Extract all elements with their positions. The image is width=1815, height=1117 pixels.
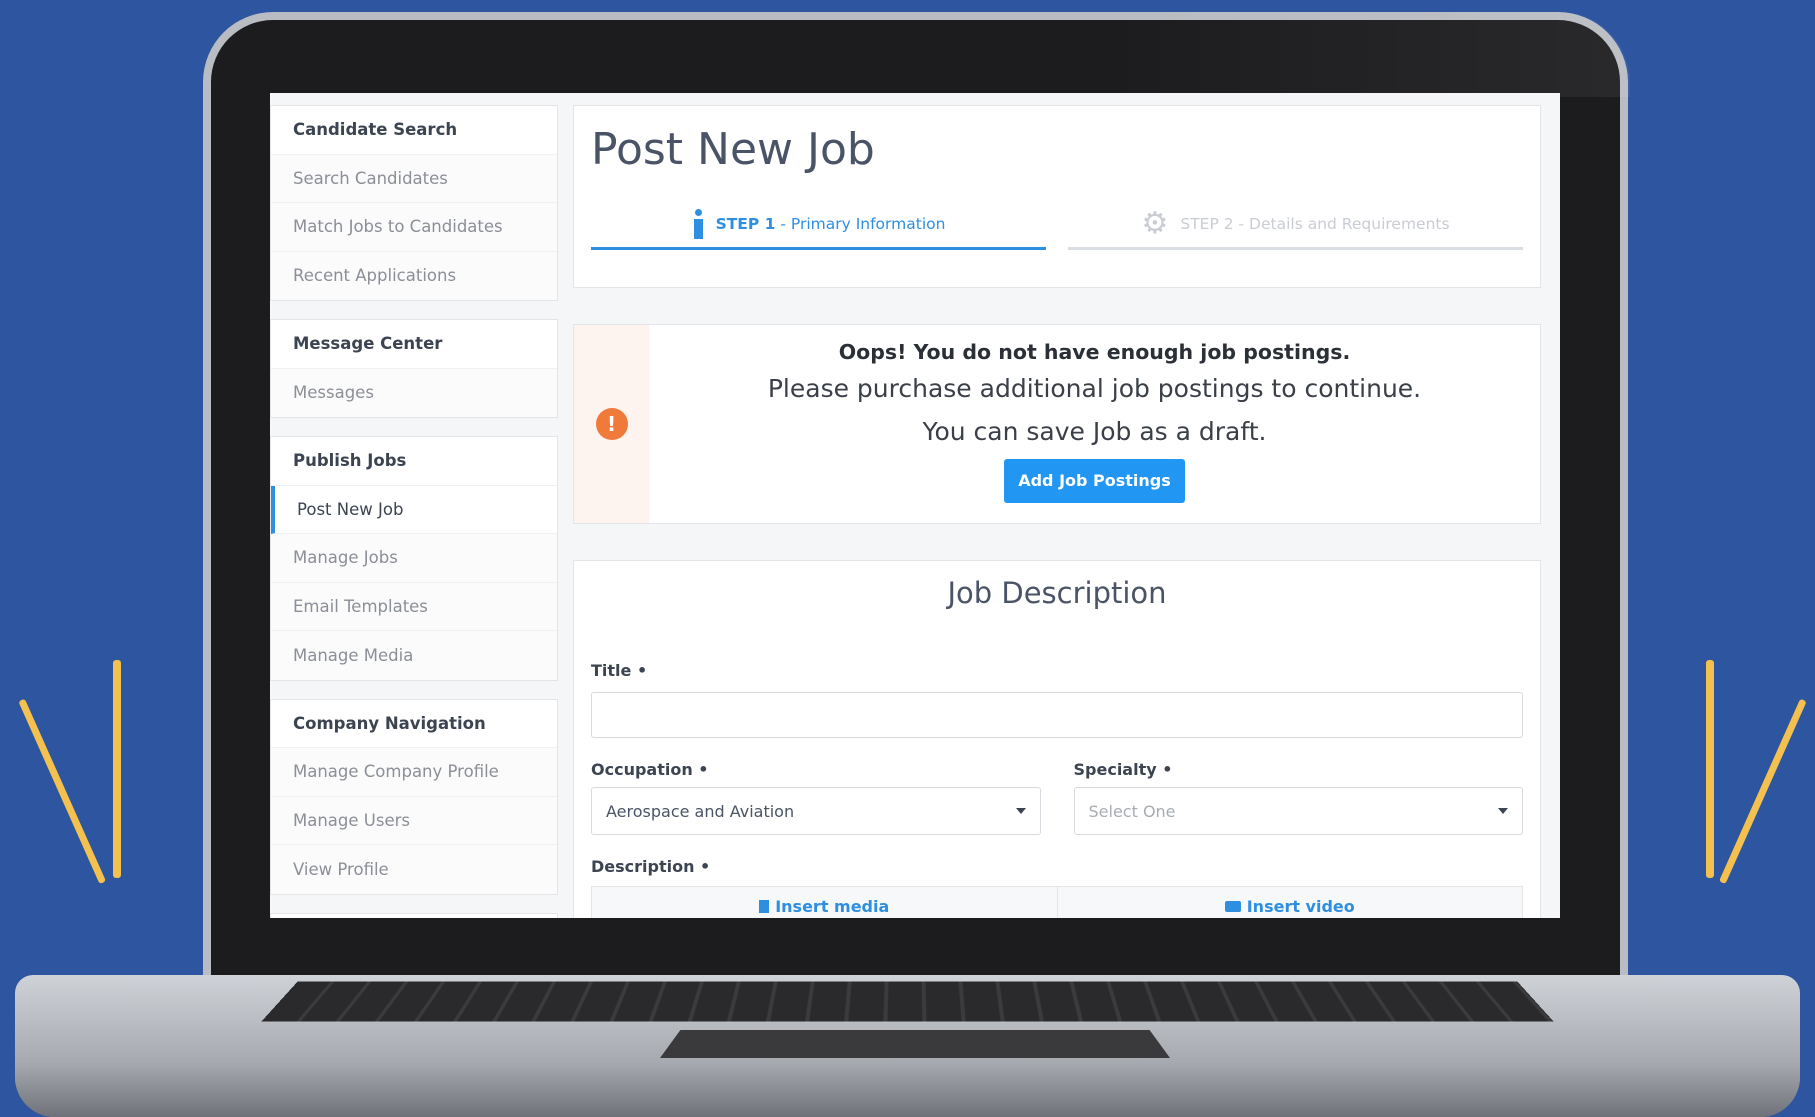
gear-icon: ⚙ <box>1141 209 1168 239</box>
page-title: Post New Job <box>591 122 1523 178</box>
decorative-ray <box>1706 660 1714 878</box>
sidebar-group-candidate-search: Candidate Search Search Candidates Match… <box>270 105 558 301</box>
alert-icon-column: ! <box>574 325 649 523</box>
laptop-base-front <box>15 1060 1800 1117</box>
tab-step-2[interactable]: ⚙ STEP 2 - Details and Requirements <box>1068 200 1523 250</box>
sidebar-item-match-jobs[interactable]: Match Jobs to Candidates <box>271 203 557 252</box>
step-label: STEP 1 - Primary Information <box>716 215 946 233</box>
specialty-label: Specialty • <box>1074 760 1524 779</box>
lid-reflection <box>1100 12 1630 97</box>
specialty-placeholder: Select One <box>1089 802 1176 821</box>
alert-card: ! Oops! You do not have enough job posti… <box>573 324 1541 524</box>
chevron-down-icon <box>1498 808 1508 814</box>
alert-text: You can save Job as a draft. <box>649 411 1540 453</box>
sidebar-header: Publish Jobs <box>271 437 557 486</box>
sidebar-item-search-candidates[interactable]: Search Candidates <box>271 155 557 204</box>
title-input[interactable] <box>591 692 1523 738</box>
info-icon <box>692 209 704 239</box>
sidebar-group-message-center: Message Center Messages <box>270 319 558 418</box>
exclamation-icon: ! <box>596 408 628 440</box>
sidebar-item-recent-applications[interactable]: Recent Applications <box>271 252 557 301</box>
chevron-down-icon <box>1016 808 1026 814</box>
sidebar-item-manage-users[interactable]: Manage Users <box>271 797 557 846</box>
app-screen: Candidate Search Search Candidates Match… <box>270 93 1560 918</box>
laptop-trackpad <box>660 1030 1170 1058</box>
sidebar-item-manage-media[interactable]: Manage Media <box>271 631 557 680</box>
sidebar-item-email-templates[interactable]: Email Templates <box>271 583 557 632</box>
sidebar-item-messages[interactable]: Messages <box>271 369 557 418</box>
sidebar-header: Company Navigation <box>271 700 557 749</box>
page-header-card: Post New Job STEP 1 - Primary Informatio… <box>573 105 1541 288</box>
step-label: STEP 2 - Details and Requirements <box>1180 215 1449 233</box>
occupation-select[interactable]: Aerospace and Aviation <box>591 787 1041 835</box>
occupation-specialty-row: Occupation • Aerospace and Aviation Spec… <box>591 760 1523 835</box>
occupation-value: Aerospace and Aviation <box>606 802 794 821</box>
video-icon <box>1225 901 1241 912</box>
sidebar-item-manage-jobs[interactable]: Manage Jobs <box>271 534 557 583</box>
decorative-ray <box>113 660 121 878</box>
description-toolbar: Insert media Insert video <box>591 886 1523 918</box>
occupation-label: Occupation • <box>591 760 1041 779</box>
specialty-field: Specialty • Select One <box>1074 760 1524 835</box>
sidebar-header: Message Center <box>271 320 557 369</box>
tab-step-1[interactable]: STEP 1 - Primary Information <box>591 200 1046 250</box>
sidebar-item-view-profile[interactable]: View Profile <box>271 845 557 894</box>
occupation-field: Occupation • Aerospace and Aviation <box>591 760 1041 835</box>
sidebar-group-next <box>270 913 558 919</box>
decorative-ray <box>1719 699 1807 885</box>
step-tabs: STEP 1 - Primary Information ⚙ STEP 2 - … <box>591 200 1523 250</box>
file-icon <box>759 900 769 913</box>
sidebar-group-publish-jobs: Publish Jobs Post New Job Manage Jobs Em… <box>270 436 558 681</box>
sidebar-group-company-navigation: Company Navigation Manage Company Profil… <box>270 699 558 895</box>
job-description-card: Job Description Title • Occupation • Aer… <box>573 560 1541 918</box>
title-label: Title • <box>591 661 1523 680</box>
sidebar: Candidate Search Search Candidates Match… <box>270 105 558 918</box>
insert-video-label: Insert video <box>1247 897 1355 916</box>
main-content: Post New Job STEP 1 - Primary Informatio… <box>573 105 1541 918</box>
section-title: Job Description <box>591 575 1523 611</box>
insert-media-label: Insert media <box>775 897 889 916</box>
sidebar-item-manage-company-profile[interactable]: Manage Company Profile <box>271 748 557 797</box>
sidebar-item-post-new-job[interactable]: Post New Job <box>271 486 557 535</box>
laptop-keyboard <box>261 982 1553 1022</box>
specialty-select[interactable]: Select One <box>1074 787 1524 835</box>
alert-message: Oops! You do not have enough job posting… <box>649 325 1540 523</box>
decorative-ray <box>18 699 106 885</box>
insert-media-button[interactable]: Insert media <box>592 887 1058 918</box>
description-label: Description • <box>591 857 1523 876</box>
insert-video-button[interactable]: Insert video <box>1058 887 1523 918</box>
sidebar-header: Candidate Search <box>271 106 557 155</box>
add-job-postings-button[interactable]: Add Job Postings <box>1004 459 1185 503</box>
alert-title: Oops! You do not have enough job posting… <box>649 337 1540 367</box>
alert-text: Please purchase additional job postings … <box>649 367 1540 411</box>
